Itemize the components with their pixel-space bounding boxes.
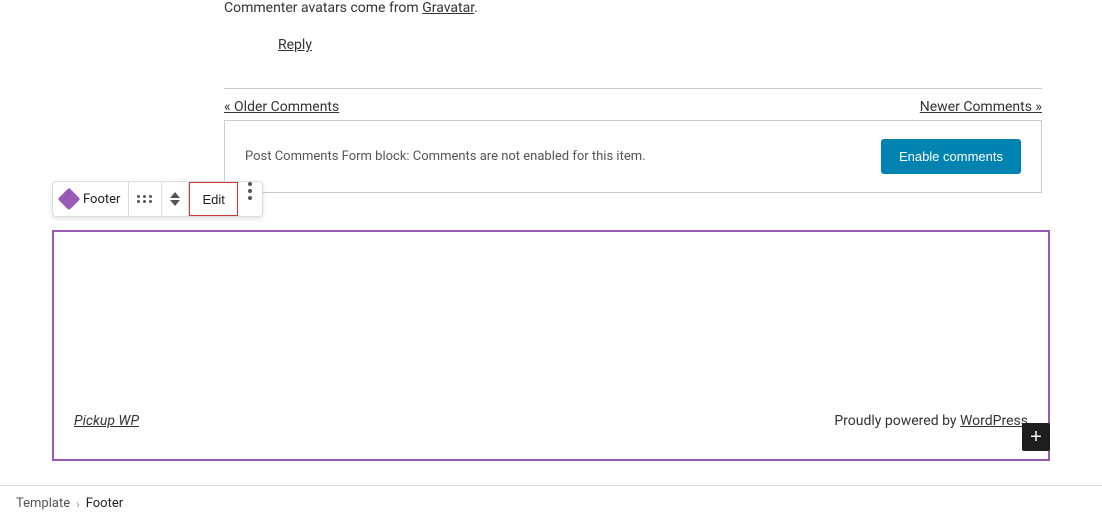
gravatar-label: Commenter avatars come from	[224, 0, 419, 16]
block-label: Footer	[83, 192, 120, 207]
breadcrumb-separator: ›	[76, 497, 80, 511]
arrow-down-icon	[170, 200, 180, 206]
footer-site-link[interactable]: Pickup WP	[74, 413, 139, 429]
older-comments-link[interactable]: « Older Comments	[224, 99, 339, 115]
move-arrows-icon	[170, 192, 180, 206]
footer-content: Pickup WP Proudly powered by WordPress	[54, 413, 1048, 429]
comments-form-text: Post Comments Form block: Comments are n…	[245, 149, 646, 164]
footer-block-icon	[58, 188, 81, 211]
comments-form-notice: Post Comments Form block: Comments are n…	[224, 120, 1042, 193]
footer-block: Pickup WP Proudly powered by WordPress	[52, 230, 1050, 461]
page-wrapper: Commenter avatars come from Gravatar. Re…	[0, 0, 1102, 521]
move-arrows[interactable]	[162, 182, 189, 216]
breadcrumb-current: Footer	[86, 496, 123, 511]
gravatar-link[interactable]: Gravatar	[422, 0, 474, 16]
drag-handle[interactable]	[129, 182, 162, 216]
newer-comments-link[interactable]: Newer Comments »	[920, 99, 1042, 115]
arrow-up-icon	[170, 192, 180, 198]
footer-wordpress-link[interactable]: WordPress	[960, 413, 1028, 429]
drag-icon	[137, 195, 153, 203]
breadcrumb-root[interactable]: Template	[16, 496, 70, 511]
pagination-bar: « Older Comments Newer Comments »	[224, 88, 1042, 115]
block-icon-item: Footer	[53, 182, 129, 216]
reply-link[interactable]: Reply	[278, 37, 312, 53]
enable-comments-button[interactable]: Enable comments	[881, 139, 1021, 174]
add-block-button[interactable]: +	[1022, 423, 1050, 451]
breadcrumb-bar: Template › Footer	[0, 485, 1102, 521]
edit-button[interactable]: Edit	[189, 182, 237, 216]
gravatar-text: Commenter avatars come from Gravatar.	[224, 0, 478, 16]
block-toolbar: Footer Edit	[52, 181, 263, 217]
options-menu[interactable]	[238, 182, 262, 216]
footer-powered-text: Proudly powered by WordPress	[834, 413, 1028, 429]
